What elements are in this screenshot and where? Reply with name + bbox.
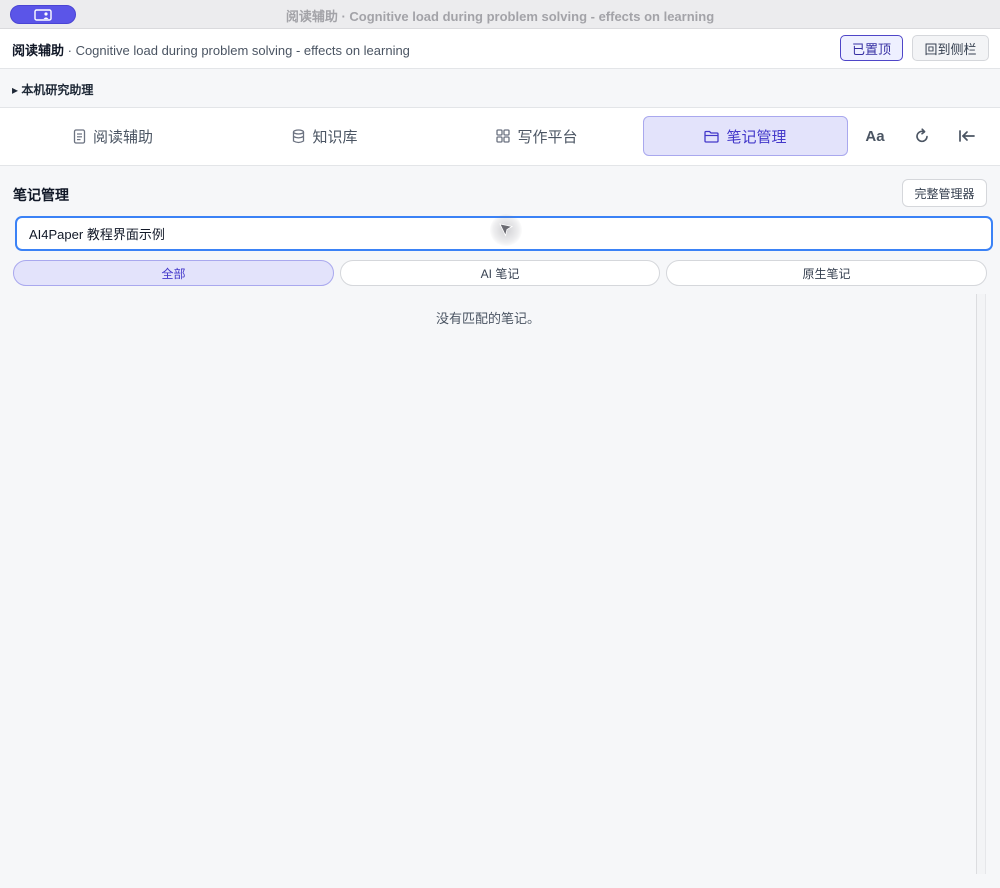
folder-icon	[704, 130, 720, 143]
mouse-cursor	[490, 214, 522, 246]
collapse-left-icon	[959, 130, 975, 142]
collapse-panel-button[interactable]	[949, 116, 985, 156]
notes-list: 没有匹配的笔记。	[0, 294, 976, 874]
document-icon	[73, 128, 86, 144]
module-tabbar: 阅读辅助 知识库 写作平台 笔记管理 Aa	[0, 108, 1000, 166]
notes-list-scrollbar[interactable]	[976, 294, 986, 874]
tab-reading-label: 阅读辅助	[92, 128, 153, 146]
tab-reading[interactable]: 阅读辅助	[8, 116, 218, 156]
back-to-sidebar-button[interactable]: 回到侧栏	[912, 35, 989, 61]
refresh-button[interactable]	[904, 116, 940, 156]
window-title: 阅读辅助 · Cognitive load during problem sol…	[285, 9, 715, 24]
filter-native-notes[interactable]: 原生笔记	[666, 260, 987, 286]
pinned-button[interactable]: 已置顶	[840, 35, 903, 61]
tab-notes-label: 笔记管理	[726, 128, 787, 146]
empty-state-message: 没有匹配的笔记。	[435, 311, 540, 326]
panel-title: 阅读辅助 · Cognitive load during problem sol…	[12, 40, 410, 59]
assistant-toggle[interactable]: ▸ 本机研究助理	[12, 81, 93, 98]
refresh-icon	[916, 128, 928, 143]
tab-writing[interactable]: 写作平台	[432, 116, 642, 156]
panel-header: 阅读辅助 · Cognitive load during problem sol…	[0, 29, 1000, 69]
grid-icon	[496, 129, 511, 143]
assistant-section: ▸ 本机研究助理	[0, 69, 1000, 108]
full-manager-button[interactable]: 完整管理器	[902, 179, 987, 207]
notes-section-title: 笔记管理	[13, 187, 69, 203]
database-icon	[293, 128, 305, 143]
panel-title-module: 阅读辅助	[12, 43, 65, 58]
cursor-arrow-icon	[499, 223, 513, 237]
tab-knowledge-base[interactable]: 知识库	[220, 116, 430, 156]
filter-all[interactable]: 全部	[13, 260, 334, 286]
filter-ai-notes[interactable]: AI 笔记	[340, 260, 660, 286]
font-size-button[interactable]: Aa	[857, 116, 893, 156]
tab-knowledge-base-label: 知识库	[312, 128, 358, 146]
tab-writing-label: 写作平台	[517, 128, 578, 146]
tab-notes[interactable]: 笔记管理	[643, 116, 848, 156]
panel-title-paper: · Cognitive load during problem solving …	[64, 43, 410, 58]
window-titlebar: 阅读辅助 · Cognitive load during problem sol…	[0, 0, 1000, 29]
